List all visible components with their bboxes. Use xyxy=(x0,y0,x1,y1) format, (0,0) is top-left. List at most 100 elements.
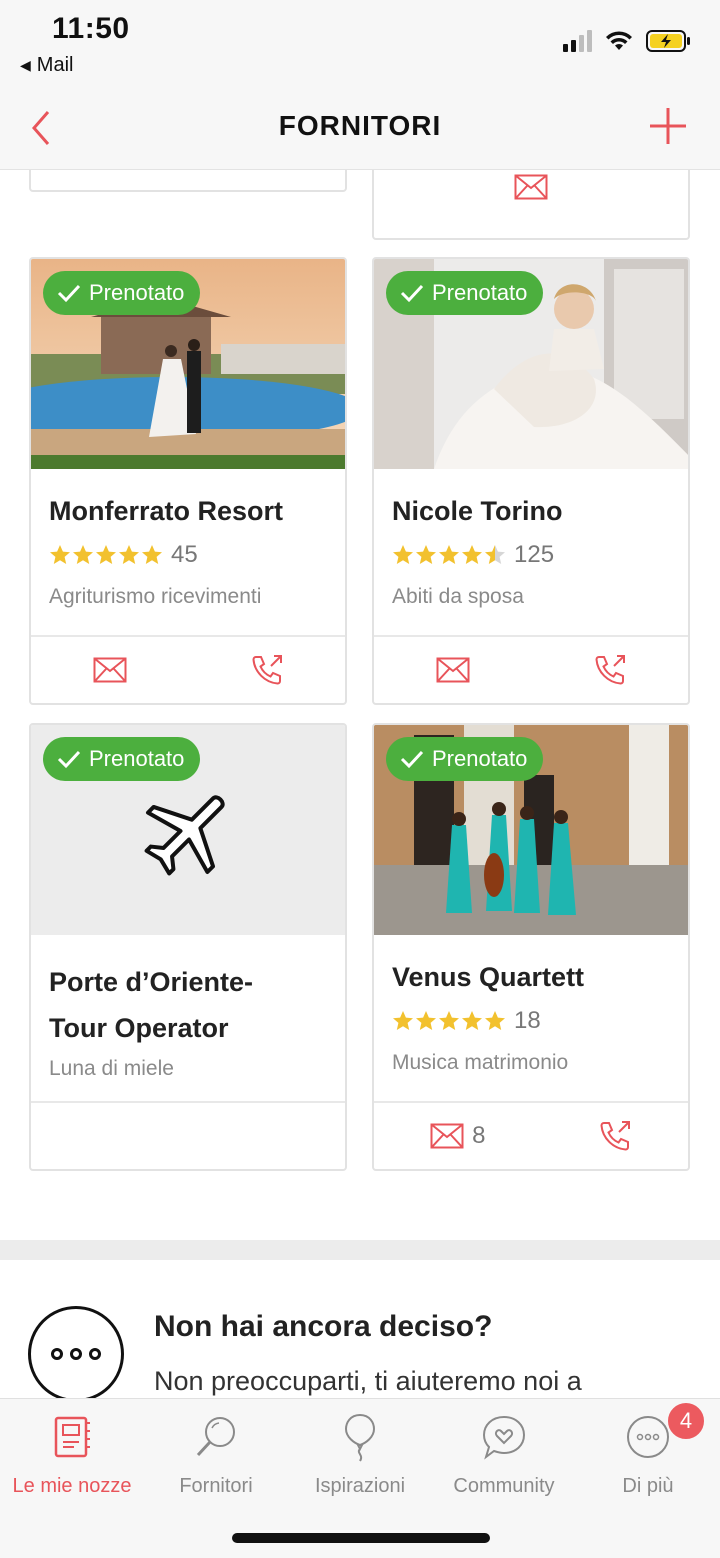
status-bar: 11:50 ◀ Mail xyxy=(0,0,720,88)
star-icon xyxy=(73,545,93,564)
tab-label: Ispirazioni xyxy=(314,1475,406,1497)
call-button[interactable] xyxy=(250,653,284,687)
vendor-name: Porte d’Oriente- Tour Operator xyxy=(49,959,327,1051)
star-icon xyxy=(50,545,70,564)
add-plus-icon[interactable] xyxy=(648,106,688,146)
vendor-card-partial-right[interactable] xyxy=(372,170,690,240)
star-icon xyxy=(119,545,139,564)
help-title: Non hai ancora deciso? xyxy=(154,1310,493,1343)
vendor-category: Luna di miele xyxy=(49,1057,174,1080)
vendor-rating: 45 xyxy=(49,541,327,569)
string-quartet-photo: Prenotato xyxy=(374,725,688,935)
star-icon xyxy=(142,545,162,564)
chat-heart-icon xyxy=(432,1407,576,1467)
booked-badge: Prenotato xyxy=(43,271,201,315)
balloon-icon xyxy=(288,1407,432,1467)
mail-icon xyxy=(93,657,126,683)
booked-badge: Prenotato xyxy=(386,737,544,781)
tab-label: Di più xyxy=(622,1475,674,1497)
vendor-rating: 18 xyxy=(392,1007,670,1035)
booked-badge-label: Prenotato xyxy=(432,280,528,305)
navigation-bar: FORNITORI xyxy=(0,88,720,170)
status-icons xyxy=(563,30,692,52)
back-app-label: Mail xyxy=(36,54,74,76)
vendor-info: Porte d’Oriente- Tour Operator Luna di m… xyxy=(31,935,345,1103)
send-mail-button[interactable]: 8 xyxy=(430,1122,486,1150)
tab-label: Le mie nozze xyxy=(12,1475,132,1497)
section-divider xyxy=(0,1240,720,1260)
star-icon xyxy=(439,545,459,564)
vendor-name-line: Porte d’Oriente- xyxy=(49,967,254,997)
tab-le-mie-nozze[interactable]: Le mie nozze xyxy=(0,1407,144,1498)
page-title: FORNITORI xyxy=(278,110,442,141)
vendor-card[interactable]: Prenotato Venus Quartett 18 Musica matri… xyxy=(372,723,690,1171)
mail-count: 8 xyxy=(472,1122,486,1149)
home-indicator[interactable] xyxy=(232,1533,490,1543)
checkmark-icon xyxy=(400,750,424,769)
vendor-category: Musica matrimonio xyxy=(392,1051,569,1074)
vendor-name: Monferrato Resort xyxy=(49,496,284,526)
star-icon xyxy=(416,1011,436,1030)
call-button[interactable] xyxy=(598,1119,632,1153)
phone-call-icon xyxy=(600,1121,630,1151)
mail-icon xyxy=(430,1123,464,1149)
tab-community[interactable]: Community xyxy=(432,1407,576,1498)
notification-badge: 4 xyxy=(666,1401,706,1441)
mail-icon xyxy=(514,174,548,200)
star-icon xyxy=(485,1011,505,1030)
mail-icon xyxy=(436,657,469,683)
checkmark-icon xyxy=(57,750,81,769)
mail-action[interactable] xyxy=(374,174,688,200)
vendor-category: Abiti da sposa xyxy=(392,585,524,608)
send-mail-button[interactable] xyxy=(93,657,127,683)
vendor-name: Nicole Torino xyxy=(392,496,563,526)
review-count: 45 xyxy=(171,541,198,568)
more-dots-icon xyxy=(28,1306,124,1398)
checkmark-icon xyxy=(400,284,424,303)
tab-ispirazioni[interactable]: Ispirazioni xyxy=(288,1407,432,1498)
airplane-icon xyxy=(139,781,239,886)
vendor-card[interactable]: Prenotato Nicole Torino 125 Abiti da spo… xyxy=(372,257,690,705)
resort-couple-pool-photo: Prenotato xyxy=(31,259,345,469)
tab-di-piu[interactable]: Di più 4 xyxy=(576,1401,720,1498)
tab-label: Fornitori xyxy=(179,1475,253,1497)
vendor-info: Monferrato Resort 45 Agriturismo ricevim… xyxy=(31,469,345,637)
vendor-info: Nicole Torino 125 Abiti da sposa xyxy=(374,469,688,637)
tab-label: Community xyxy=(453,1475,555,1497)
vendors-list: Prenotato Monferrato Resort 45 Agrituris… xyxy=(0,170,720,1398)
review-count: 18 xyxy=(514,1007,541,1034)
back-triangle-icon: ◀ xyxy=(20,57,31,73)
battery-charging-icon xyxy=(646,30,690,52)
send-mail-button[interactable] xyxy=(436,657,470,683)
vendor-rating: 125 xyxy=(392,541,670,569)
help-text: Non preoccuparti, ti aiuteremo noi a xyxy=(154,1366,582,1396)
planner-book-icon xyxy=(0,1407,144,1467)
vendor-card[interactable]: Prenotato Porte d’Oriente- Tour Operator… xyxy=(29,723,347,1171)
star-icon xyxy=(393,545,413,564)
vendor-name: Venus Quartett xyxy=(392,962,585,992)
wifi-icon xyxy=(606,31,632,50)
star-rating-icon xyxy=(392,1010,506,1032)
tab-bar: Le mie nozze Fornitori Ispirazioni Commu… xyxy=(0,1398,720,1558)
review-count: 125 xyxy=(514,541,555,568)
booked-badge: Prenotato xyxy=(386,271,544,315)
tab-fornitori[interactable]: Fornitori xyxy=(144,1407,288,1498)
call-button[interactable] xyxy=(593,653,627,687)
vendor-actions: 8 xyxy=(374,1103,688,1169)
vendor-image-placeholder: Prenotato xyxy=(31,725,345,935)
vendor-info: Venus Quartett 18 Musica matrimonio xyxy=(374,935,688,1103)
booked-badge-label: Prenotato xyxy=(89,746,185,771)
vendor-actions xyxy=(31,637,345,703)
vendor-card-partial-left[interactable] xyxy=(29,170,347,192)
magnifier-icon xyxy=(144,1407,288,1467)
star-icon xyxy=(462,545,482,564)
vendor-actions xyxy=(374,637,688,703)
star-icon xyxy=(439,1011,459,1030)
star-icon xyxy=(96,545,116,564)
back-to-app-link[interactable]: ◀ Mail xyxy=(20,54,73,77)
checkmark-icon xyxy=(57,284,81,303)
bridal-gown-photo: Prenotato xyxy=(374,259,688,469)
vendor-card[interactable]: Prenotato Monferrato Resort 45 Agrituris… xyxy=(29,257,347,705)
phone-call-icon xyxy=(251,655,282,685)
star-icon xyxy=(393,1011,413,1030)
